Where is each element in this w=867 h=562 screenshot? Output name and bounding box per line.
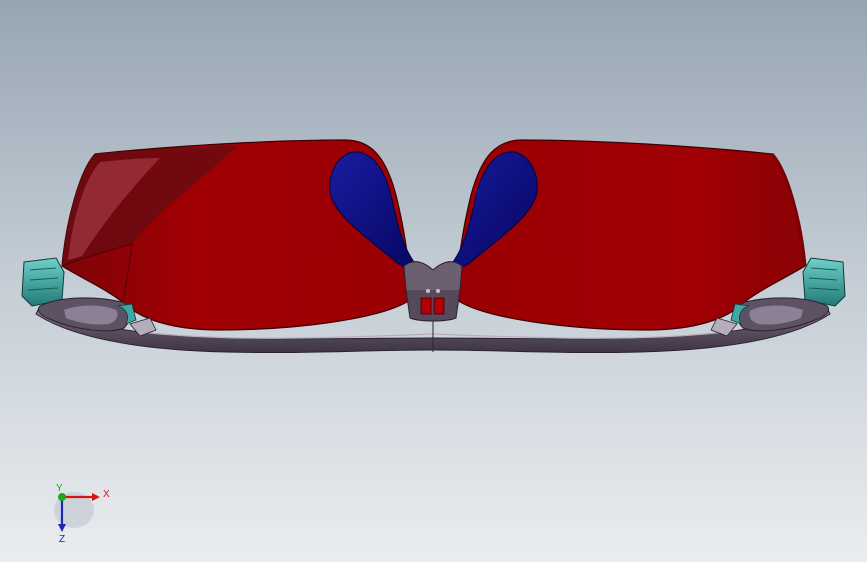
triad-y-axis-icon bbox=[58, 493, 66, 501]
triad-y-label: Y bbox=[56, 483, 63, 494]
triad-x-label: X bbox=[103, 489, 110, 500]
bridge-red-block-left bbox=[420, 297, 432, 315]
reference-triad: X Y Z bbox=[54, 483, 110, 545]
bridge-lower bbox=[405, 289, 461, 322]
right-temple-end[interactable] bbox=[802, 257, 846, 307]
bridge-screw-right bbox=[436, 289, 440, 293]
triad-z-label: Z bbox=[59, 534, 65, 545]
bridge-screw-left bbox=[426, 289, 430, 293]
left-temple-end[interactable] bbox=[21, 257, 65, 307]
triad-x-arrow-icon bbox=[92, 493, 100, 501]
model-canvas[interactable]: X Y Z bbox=[0, 0, 867, 562]
triad-z-arrow-icon bbox=[58, 524, 66, 532]
bridge-red-block-right bbox=[433, 297, 445, 315]
graphics-viewport[interactable]: X Y Z bbox=[0, 0, 867, 562]
